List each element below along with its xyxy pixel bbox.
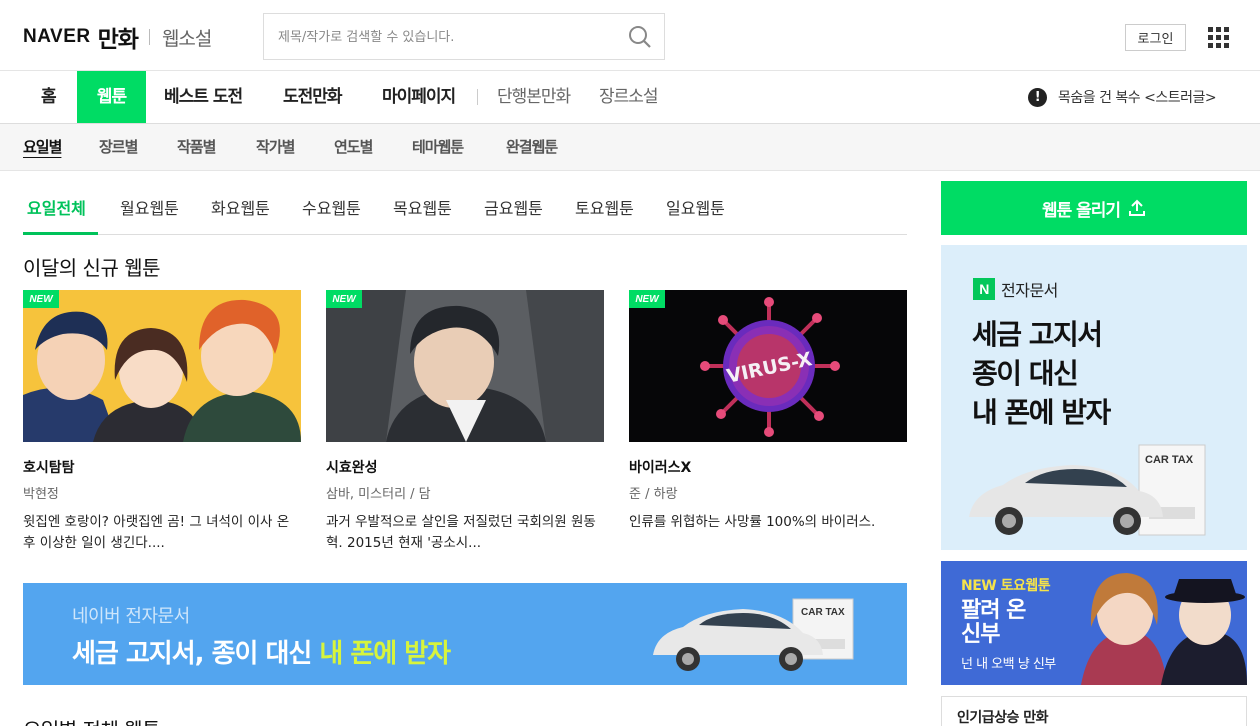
subnav-year[interactable]: 연도별 — [334, 124, 373, 171]
tab-sunday[interactable]: 일요웹툰 — [666, 181, 725, 235]
all-webtoons-heading: 요일별 전체 웹툰 — [23, 714, 161, 726]
search-input[interactable] — [278, 26, 618, 48]
ad-line: 종이 대신 — [972, 357, 1079, 390]
naver-e-document-logo: N 전자문서 — [973, 277, 1058, 301]
header: NAVER 만화 웹소설 로그인 — [0, 0, 1260, 71]
subnav-completed[interactable]: 완결웹툰 — [506, 124, 558, 171]
tab-thursday[interactable]: 목요웹툰 — [393, 181, 452, 235]
nav-home[interactable]: 홈 — [41, 71, 57, 123]
webtoon-card[interactable]: NEW VIRUS-X 바이러스X 준 / 하랑 인류를 위협하는 사망률 10… — [629, 290, 907, 533]
subnav-author[interactable]: 작가별 — [256, 124, 295, 171]
search-box — [263, 13, 665, 60]
subnav-weekday[interactable]: 요일별 — [23, 124, 62, 171]
webtoon-card[interactable]: NEW 시효완성 삼바, 미스터리 / 담 과거 우발적으로 살인을 저질렀던 … — [326, 290, 604, 554]
webtoon-title[interactable]: 시효완성 — [326, 457, 604, 477]
webnovel-link[interactable]: 웹소설 — [162, 24, 212, 51]
car-tax-illustration: CAR TAX — [653, 598, 854, 671]
main-nav: 홈 웹툰 베스트 도전 도전만화 마이페이지 단행본만화 장르소설 ! 목숨을 … — [0, 71, 1260, 124]
ad-subtitle: 넌 내 오백 냥 신부 — [961, 657, 1056, 672]
car-tax-label: CAR TAX — [1145, 454, 1194, 466]
nav-books[interactable]: 단행본만화 — [497, 71, 571, 123]
ad-tag: NEW 토요웹툰 — [961, 578, 1051, 594]
new-badge: NEW — [23, 290, 59, 308]
nav-genre-novel[interactable]: 장르소설 — [599, 71, 659, 123]
nav-challenge[interactable]: 도전만화 — [283, 71, 343, 123]
notice-text[interactable]: 목숨을 건 복수 <스트러글> — [1058, 87, 1217, 107]
popular-rising-panel: 인기급상승 만화 — [941, 696, 1247, 726]
webtoon-description: 윗집엔 호랑이? 아랫집엔 곰! 그 녀석이 이사 온 후 이상한 일이 생긴다… — [23, 514, 290, 551]
tab-all-days[interactable]: 요일전체 — [23, 181, 98, 235]
naver-manhwa-logo[interactable]: NAVER 만화 웹소설 — [23, 20, 212, 54]
car-tax-illustration: CAR TAX — [969, 444, 1206, 536]
webtoon-title[interactable]: 호시탐탐 — [23, 457, 301, 477]
webtoon-description: 인류를 위협하는 사망률 100%의 바이러스. — [629, 514, 876, 530]
webtoon-card[interactable]: NEW 호시탐탐 박현정 윗집엔 호랑이? 아랫집엔 곰! 그 녀석이 이사 온… — [23, 290, 301, 554]
car-tax-label: CAR TAX — [801, 607, 845, 618]
webtoon-thumbnail[interactable]: NEW — [23, 290, 301, 442]
naver-n-icon: N — [973, 278, 995, 300]
manhwa-logo[interactable]: 만화 — [98, 20, 139, 54]
nav-mypage[interactable]: 마이페이지 — [382, 71, 456, 123]
day-tabs: 요일전체 월요웹툰 화요웹툰 수요웹툰 목요웹툰 금요웹툰 토요웹툰 일요웹툰 — [23, 181, 907, 235]
login-button[interactable]: 로그인 — [1125, 24, 1186, 51]
tab-saturday[interactable]: 토요웹툰 — [575, 181, 634, 235]
new-saturday-webtoon-ad[interactable]: NEW 토요웹툰 팔려 온 신부 넌 내 오백 냥 신부 — [941, 561, 1247, 685]
upload-icon — [1129, 199, 1146, 216]
upload-label: 웹툰 올리기 — [1041, 200, 1121, 221]
new-badge: NEW — [629, 290, 665, 308]
e-document-ad[interactable]: N 전자문서 세금 고지서 종이 대신 내 폰에 받자 CAR TAX — [941, 245, 1247, 550]
sub-nav: 요일별 장르별 작품별 작가별 연도별 테마웹툰 완결웹툰 — [0, 124, 1260, 171]
apps-grid-icon[interactable] — [1208, 27, 1229, 48]
new-webtoon-heading: 이달의 신규 웹툰 — [23, 256, 161, 280]
tab-tuesday[interactable]: 화요웹툰 — [211, 181, 270, 235]
tab-wednesday[interactable]: 수요웹툰 — [302, 181, 361, 235]
nav-webtoon[interactable]: 웹툰 — [77, 71, 146, 123]
tab-monday[interactable]: 월요웹툰 — [120, 181, 179, 235]
banner-headline: 세금 고지서, 종이 대신 내 폰에 받자 — [72, 639, 451, 669]
nav-divider — [477, 89, 478, 105]
tab-friday[interactable]: 금요웹툰 — [484, 181, 543, 235]
webtoon-ad-art — [1081, 573, 1247, 685]
webtoon-title[interactable]: 바이러스X — [629, 457, 907, 477]
subnav-title[interactable]: 작품별 — [177, 124, 216, 171]
naver-logo[interactable]: NAVER — [23, 26, 91, 48]
webtoon-thumbnail[interactable]: NEW — [326, 290, 604, 442]
subnav-theme[interactable]: 테마웹툰 — [412, 124, 464, 171]
notice-link[interactable]: ! 목숨을 건 복수 <스트러글> — [1028, 87, 1217, 107]
popular-title: 인기급상승 만화 — [957, 710, 1049, 726]
exclamation-icon: ! — [1028, 87, 1047, 107]
new-badge: NEW — [326, 290, 362, 308]
ad-line: 내 폰에 받자 — [972, 396, 1111, 429]
webtoon-author: 준 / 하랑 — [629, 487, 678, 502]
e-document-banner[interactable]: 네이버 전자문서 세금 고지서, 종이 대신 내 폰에 받자 CAR TAX — [23, 583, 907, 685]
search-icon[interactable] — [628, 25, 652, 49]
banner-subtitle: 네이버 전자문서 — [72, 606, 190, 627]
webtoon-description: 과거 우발적으로 살인을 저질렀던 국회의원 원동혁. 2015년 현재 '공소… — [326, 514, 596, 551]
ad-title: 팔려 온 신부 — [961, 598, 1026, 647]
webtoon-thumbnail[interactable]: NEW VIRUS-X — [629, 290, 907, 442]
nav-best-challenge[interactable]: 베스트 도전 — [164, 71, 243, 123]
webtoon-author: 박현정 — [23, 487, 59, 502]
logo-divider — [148, 29, 150, 45]
webtoon-author: 삼바, 미스터리 / 담 — [326, 487, 431, 502]
ad-line: 세금 고지서 — [972, 318, 1103, 351]
upload-webtoon-button[interactable]: 웹툰 올리기 — [941, 181, 1247, 235]
subnav-genre[interactable]: 장르별 — [99, 124, 138, 171]
